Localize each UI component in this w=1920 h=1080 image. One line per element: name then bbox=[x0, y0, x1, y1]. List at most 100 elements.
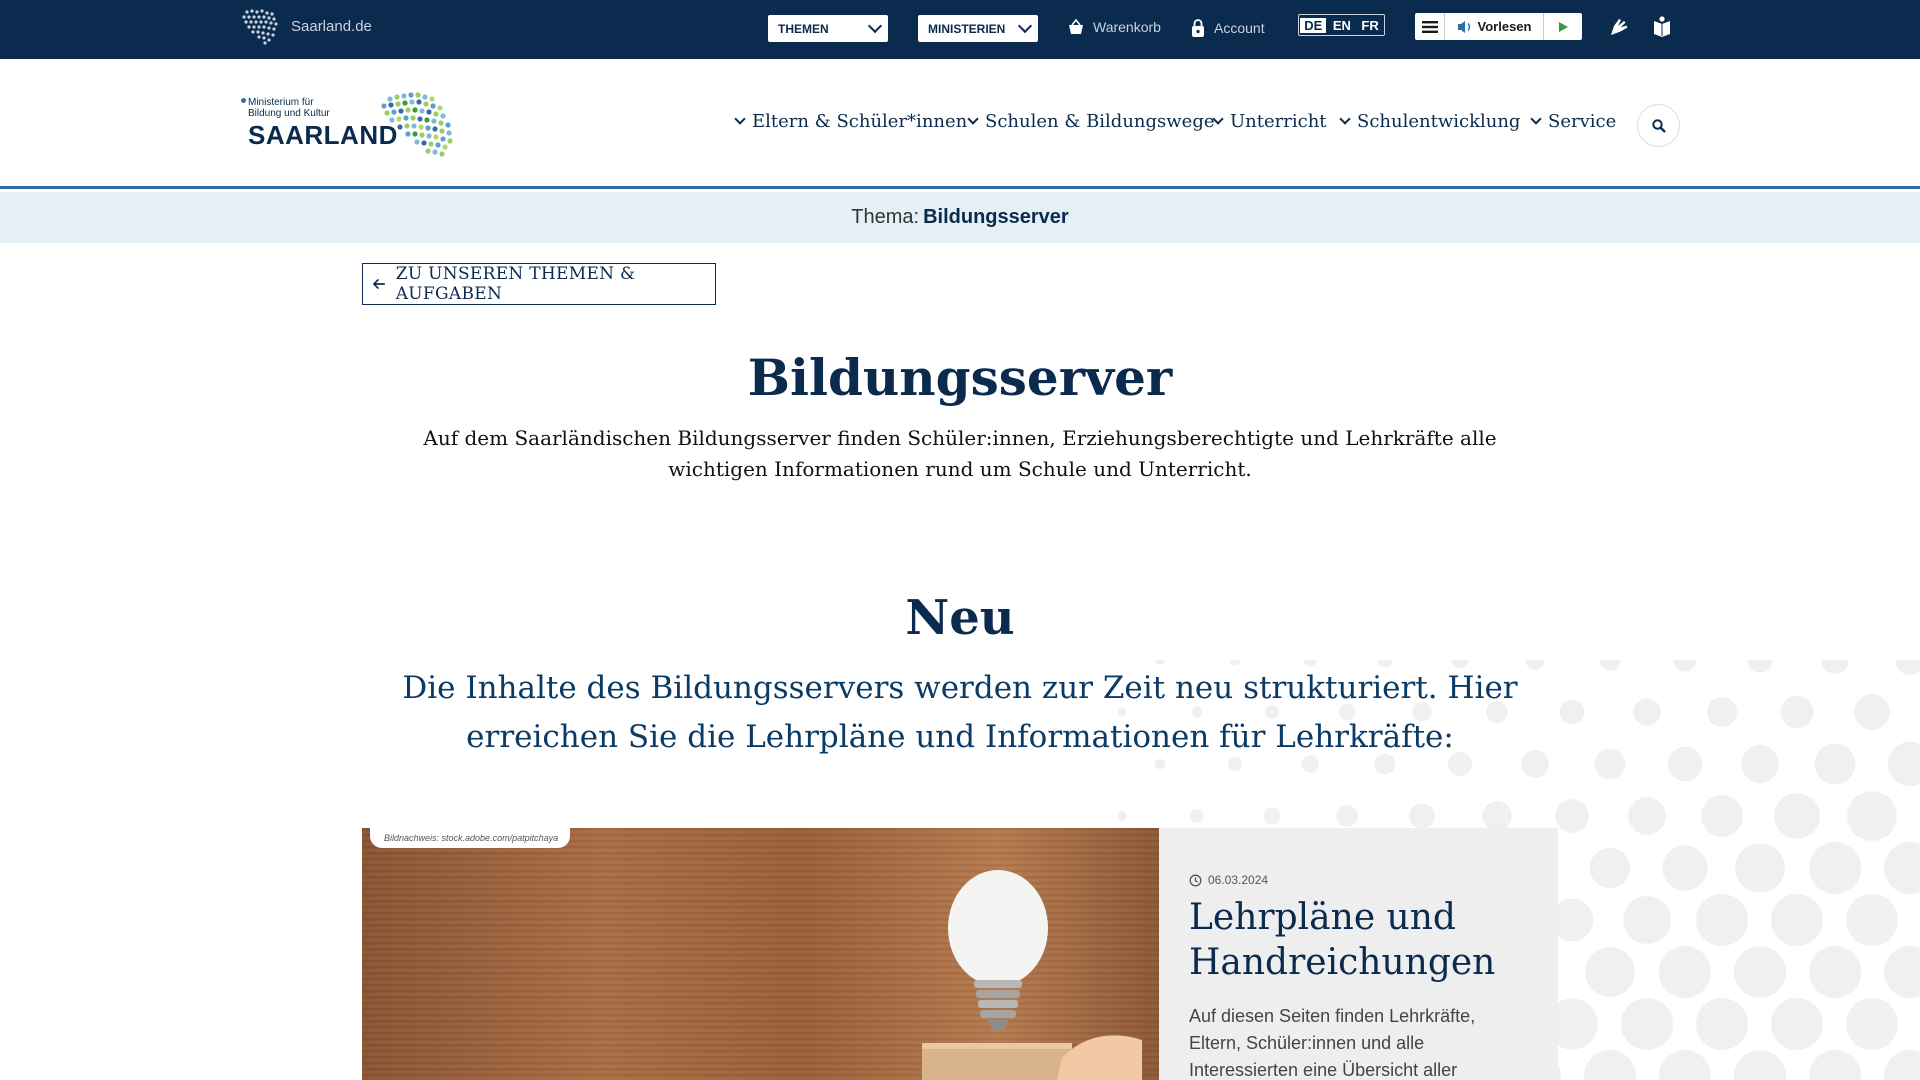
nav-label: Service bbox=[1548, 111, 1617, 132]
logo-line-2: Bildung und Kultur bbox=[248, 108, 330, 119]
logo-dot bbox=[241, 98, 246, 103]
decorative-dot bbox=[1599, 660, 1621, 671]
decorative-dot bbox=[1555, 799, 1589, 833]
lang-de[interactable]: DE bbox=[1300, 17, 1327, 33]
card-title[interactable]: Lehrpläne und Handreichungen bbox=[1189, 895, 1528, 985]
chevron-down-icon bbox=[967, 113, 979, 125]
decorative-dot bbox=[1771, 998, 1823, 1050]
logo-line-1: Ministerium für bbox=[248, 97, 314, 108]
read-aloud-label: Vorlesen bbox=[1477, 19, 1532, 34]
arrow-left-icon bbox=[373, 278, 385, 290]
section-subtitle: Die Inhalte des Bildungsservers werden z… bbox=[402, 670, 1518, 755]
decorative-dot bbox=[1780, 695, 1814, 729]
decorative-dot bbox=[1809, 842, 1861, 894]
decorative-dot bbox=[1263, 807, 1281, 825]
chevron-down-icon bbox=[1530, 113, 1542, 125]
decorative-dot bbox=[1884, 842, 1920, 894]
decorative-dot bbox=[1846, 998, 1898, 1050]
basket-icon bbox=[1069, 18, 1083, 34]
decorative-dot bbox=[1628, 797, 1666, 835]
read-aloud-widget: Vorlesen bbox=[1415, 13, 1582, 40]
decorative-dot bbox=[1895, 660, 1920, 675]
chevron-down-icon bbox=[1212, 113, 1224, 125]
decorative-dot bbox=[1854, 694, 1890, 730]
saarland-map-icon bbox=[242, 9, 278, 45]
decorative-dot bbox=[1659, 946, 1711, 998]
lightbulb-illustration bbox=[922, 870, 1142, 1080]
decorative-dot bbox=[1667, 746, 1703, 782]
decorative-dot bbox=[1821, 660, 1849, 674]
top-bar: Saarland.de THEMEN MINISTERIEN Warenkorb… bbox=[0, 0, 1920, 59]
page-title: Bildungsserver bbox=[747, 348, 1173, 407]
decorative-dot bbox=[1623, 896, 1671, 944]
decorative-dot bbox=[1662, 845, 1708, 891]
easy-language-icon bbox=[1654, 16, 1670, 37]
topic-value: Bildungsserver bbox=[923, 206, 1069, 228]
lang-fr[interactable]: FR bbox=[1357, 18, 1382, 33]
saarland-de-label: Saarland.de bbox=[291, 17, 372, 35]
account-label: Account bbox=[1214, 20, 1265, 36]
topic-band: Thema: Bildungsserver bbox=[0, 192, 1920, 243]
themen-select[interactable]: THEMEN bbox=[768, 15, 888, 42]
account-link[interactable]: Account bbox=[1190, 18, 1265, 38]
decorative-dot bbox=[1117, 811, 1127, 821]
decorative-dot bbox=[1584, 1050, 1636, 1080]
image-credit: Bildnachweis: stock.adobe.com/patpitchay… bbox=[370, 828, 570, 848]
decorative-dot bbox=[1884, 1050, 1920, 1080]
search-button[interactable] bbox=[1637, 104, 1680, 147]
read-aloud-button[interactable]: Vorlesen bbox=[1445, 13, 1544, 40]
lock-icon bbox=[1192, 19, 1204, 37]
nav-label: Unterricht bbox=[1230, 111, 1327, 132]
decorative-dot bbox=[1589, 847, 1631, 889]
card-content[interactable]: 06.03.2024 Lehrpläne und Handreichungen … bbox=[1159, 828, 1558, 1080]
card-text: Auf diesen Seiten finden Lehrkräfte, Elt… bbox=[1189, 1006, 1476, 1080]
decorative-dot bbox=[1734, 946, 1786, 998]
decorative-dot bbox=[1585, 947, 1635, 997]
clock-icon bbox=[1189, 874, 1202, 886]
nav-item-service[interactable]: Service bbox=[1530, 111, 1617, 132]
decorative-dot bbox=[1701, 795, 1743, 837]
play-button[interactable] bbox=[1544, 13, 1582, 40]
decorative-dot bbox=[1741, 745, 1779, 783]
decorative-dot bbox=[1771, 894, 1823, 946]
easy-language-link[interactable] bbox=[1650, 14, 1674, 38]
nav-label: Schulen & Bildungswege bbox=[985, 111, 1215, 132]
decorative-dot bbox=[1734, 1050, 1786, 1080]
decorative-dot bbox=[1409, 803, 1435, 829]
speaker-icon bbox=[1457, 20, 1470, 33]
card-image[interactable]: Bildnachweis: stock.adobe.com/patpitchay… bbox=[362, 828, 1159, 1080]
hamburger-icon bbox=[1421, 20, 1438, 33]
ministry-logo[interactable]: Ministerium für Bildung und Kultur SAARL… bbox=[240, 89, 460, 161]
lang-en[interactable]: EN bbox=[1329, 18, 1355, 33]
sign-language-link[interactable] bbox=[1606, 14, 1630, 38]
ministerien-select[interactable]: MINISTERIEN bbox=[918, 15, 1038, 42]
chevron-down-icon bbox=[867, 18, 883, 34]
decorative-dot bbox=[1482, 801, 1512, 831]
nav-item-schulen[interactable]: Schulen & Bildungswege bbox=[967, 111, 1215, 132]
decorative-dot bbox=[1696, 998, 1748, 1050]
chevron-down-icon bbox=[734, 113, 746, 125]
sign-language-icon bbox=[1611, 19, 1628, 35]
search-icon bbox=[1651, 118, 1666, 133]
decorative-dot bbox=[1809, 946, 1861, 998]
nav-item-eltern[interactable]: Eltern & Schüler*innen bbox=[734, 111, 967, 132]
decorative-dot bbox=[1747, 660, 1773, 673]
nav-item-unterricht[interactable]: Unterricht bbox=[1212, 111, 1327, 132]
main-header: Ministerium für Bildung und Kultur SAARL… bbox=[0, 59, 1920, 189]
reader-menu-button[interactable] bbox=[1415, 13, 1445, 40]
card-date: 06.03.2024 bbox=[1189, 873, 1528, 887]
themen-select-label: THEMEN bbox=[778, 21, 829, 36]
section-title: Neu bbox=[905, 590, 1015, 646]
decorative-dot bbox=[1673, 660, 1697, 672]
cart-link[interactable]: Warenkorb bbox=[1067, 18, 1161, 36]
decorative-dot bbox=[1884, 946, 1920, 998]
saarland-de-link[interactable]: Saarland.de bbox=[237, 6, 372, 46]
saarland-mosaic-logo bbox=[381, 92, 453, 157]
nav-item-schulentwicklung[interactable]: Schulentwicklung bbox=[1339, 111, 1520, 132]
decorative-dot bbox=[1809, 1050, 1861, 1080]
decorative-dot bbox=[1336, 805, 1358, 827]
back-to-topics-button[interactable]: ZU UNSEREN THEMEN & AUFGABEN bbox=[362, 263, 716, 305]
decorative-dot bbox=[1774, 793, 1820, 839]
decorative-dot bbox=[1846, 894, 1898, 946]
decorative-dot bbox=[1706, 696, 1738, 728]
